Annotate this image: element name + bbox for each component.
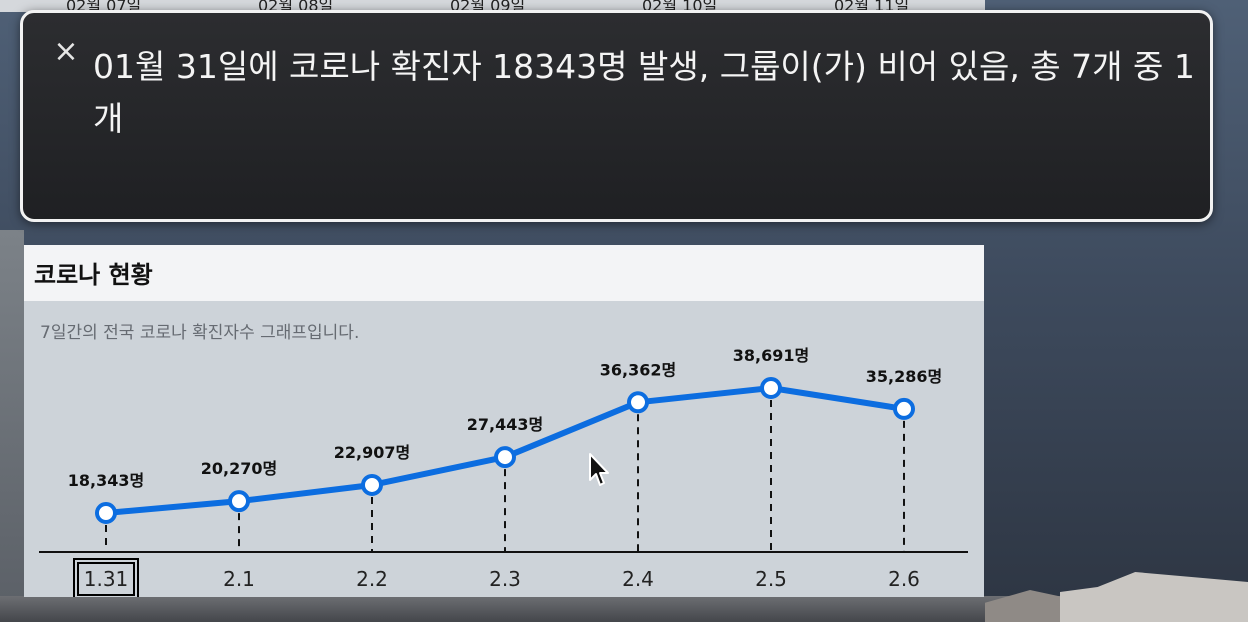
voiceover-caption-panel: × 01월 31일에 코로나 확진자 18343명 발생, 그룹이(가) 비어 … — [20, 10, 1213, 222]
covid-line-chart: 18,343명 1.31 20,270명 2.1 22,907명 2.2 27,443명 2.… — [39, 346, 968, 597]
caption-text: 01월 31일에 코로나 확진자 18343명 발생, 그룹이(가) 비어 있음… — [93, 47, 1195, 138]
data-point — [228, 490, 250, 513]
x-tick-label[interactable]: 2.5 — [755, 567, 787, 591]
data-point — [494, 446, 516, 469]
mouse-cursor-icon — [589, 453, 609, 486]
x-tick-label[interactable]: 1.31 — [84, 567, 129, 591]
covid-status-card: 코로나 현황 7일간의 전국 코로나 확진자수 그래프입니다. 18,343명 1… — [24, 245, 984, 597]
data-point — [760, 377, 782, 399]
data-label: 38,691명 — [733, 346, 809, 365]
data-label: 20,270명 — [201, 459, 277, 478]
x-tick-label[interactable]: 2.1 — [223, 567, 255, 591]
data-label: 18,343명 — [68, 471, 144, 490]
x-tick-label[interactable]: 2.6 — [888, 567, 920, 591]
x-tick-label[interactable]: 2.3 — [489, 567, 521, 591]
close-icon[interactable]: × — [53, 37, 79, 67]
data-label: 36,362명 — [600, 360, 676, 379]
data-label: 35,286명 — [866, 367, 942, 386]
data-point — [95, 502, 117, 524]
x-tick-label[interactable]: 2.2 — [356, 567, 388, 591]
data-point — [893, 397, 915, 420]
background-roof — [1060, 572, 1248, 622]
x-tick-label[interactable]: 2.4 — [622, 567, 654, 591]
background-building — [0, 230, 24, 622]
data-point — [361, 473, 383, 496]
data-point — [627, 391, 649, 414]
data-label: 27,443명 — [467, 415, 543, 434]
data-label: 22,907명 — [334, 443, 410, 462]
